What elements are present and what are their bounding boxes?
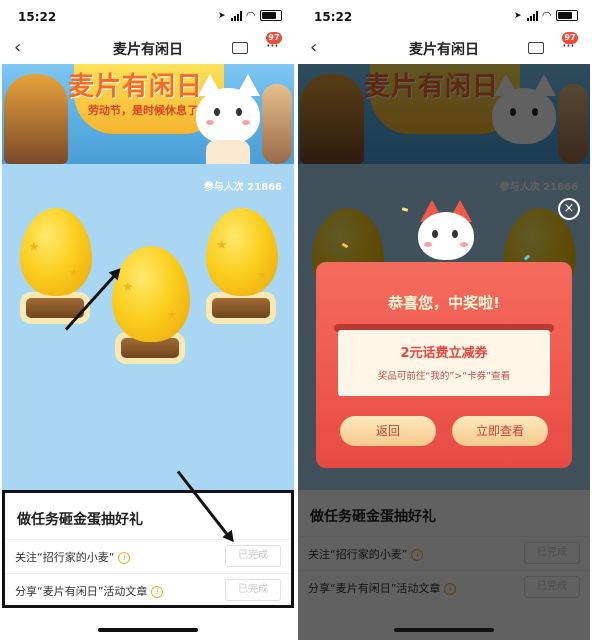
- task-label: 分享“麦片有闲日”活动文章i: [15, 583, 164, 599]
- phone-screen-prize-modal: 15:22 ➤ ◠ ‹ 麦片有闲日 ··· 97 麦片有闲日 参与人次 2186…: [298, 0, 590, 640]
- ticket-icon[interactable]: [232, 42, 248, 54]
- task-heading: 做任务砸金蛋抽好礼: [17, 512, 143, 528]
- star-icon: ★: [216, 238, 228, 253]
- back-button[interactable]: 返回: [340, 416, 436, 446]
- banner-character-right: [262, 84, 292, 164]
- task-label: 关注“招行家的小麦”i: [15, 549, 131, 565]
- task-row: 关注“招行家的小麦”i 已完成: [5, 539, 291, 572]
- phone-screen-egg-game: 15:22 ➤ ◠ ‹ 麦片有闲日 ··· 97 麦片有闲日 劳动节，是时候休息…: [2, 0, 294, 640]
- status-icons: ➤ ◠: [514, 9, 578, 22]
- task-row: 分享“麦片有闲日”活动文章i 已完成: [5, 573, 291, 606]
- star-icon: ★: [122, 280, 134, 295]
- location-icon: ➤: [217, 10, 226, 21]
- location-icon: ➤: [513, 10, 522, 21]
- star-icon: ★: [256, 268, 268, 283]
- battery-icon: [260, 10, 282, 21]
- egg-game-area: 参与人次 21866 ★ ★ ★ ★ ★ ★: [2, 164, 294, 490]
- signal-icon: [526, 10, 538, 21]
- notification-badge: 97: [562, 32, 578, 44]
- prize-coupon: 2元话费立减券 奖品可前往“我的”>“卡券”查看: [338, 330, 550, 396]
- view-now-button[interactable]: 立即查看: [452, 416, 548, 446]
- status-icons: ➤ ◠: [218, 9, 282, 22]
- battery-icon: [556, 10, 578, 21]
- golden-egg-left[interactable]: ★ ★: [20, 208, 92, 296]
- notification-badge: 97: [266, 32, 282, 44]
- status-time: 15:22: [18, 10, 57, 24]
- participant-count: 参与人次 21866: [203, 182, 282, 193]
- event-banner: 麦片有闲日 劳动节，是时候休息了: [2, 64, 294, 164]
- task-status-button[interactable]: 已完成: [225, 579, 281, 601]
- golden-egg-right[interactable]: ★ ★: [206, 208, 278, 296]
- golden-egg-center[interactable]: ★ ★: [112, 246, 190, 342]
- cat-mascot: [192, 74, 264, 164]
- close-modal-button[interactable]: ×: [558, 198, 580, 220]
- star-icon: ★: [68, 266, 80, 281]
- banner-subtitle: 劳动节，是时候休息了: [88, 104, 198, 117]
- modal-title: 恭喜您，中奖啦!: [388, 294, 500, 312]
- signal-icon: [230, 10, 242, 21]
- star-icon: ★: [166, 308, 178, 323]
- banner-character-left: [4, 74, 68, 164]
- star-icon: ★: [28, 240, 40, 255]
- wifi-icon: ◠: [246, 9, 255, 22]
- prize-name: 2元话费立减券: [400, 346, 488, 361]
- prize-modal: 恭喜您，中奖啦! 2元话费立减券 奖品可前往“我的”>“卡券”查看 返回 立即查…: [316, 200, 572, 468]
- task-panel: 做任务砸金蛋抽好礼 关注“招行家的小麦”i 已完成 分享“麦片有闲日”活动文章i…: [2, 490, 294, 608]
- info-icon[interactable]: i: [151, 586, 164, 598]
- status-time: 15:22: [314, 10, 353, 24]
- cat-mascot: [416, 200, 476, 262]
- page-title: 麦片有闲日: [113, 42, 183, 58]
- egg-stand-right: [212, 298, 270, 318]
- nav-bar: ‹ 麦片有闲日 ··· 97: [298, 32, 590, 64]
- status-bar: 15:22 ➤ ◠: [2, 0, 294, 34]
- task-status-button[interactable]: 已完成: [225, 545, 281, 567]
- ticket-icon[interactable]: [528, 42, 544, 54]
- page-title: 麦片有闲日: [409, 42, 479, 58]
- home-indicator: [98, 628, 198, 632]
- prize-description: 奖品可前往“我的”>“卡券”查看: [377, 371, 511, 382]
- info-icon[interactable]: i: [118, 552, 131, 564]
- home-indicator: [394, 628, 494, 632]
- wifi-icon: ◠: [542, 9, 551, 22]
- banner-title: 麦片有闲日: [68, 72, 204, 102]
- nav-bar: ‹ 麦片有闲日 ··· 97: [2, 32, 294, 64]
- status-bar: 15:22 ➤ ◠: [298, 0, 590, 34]
